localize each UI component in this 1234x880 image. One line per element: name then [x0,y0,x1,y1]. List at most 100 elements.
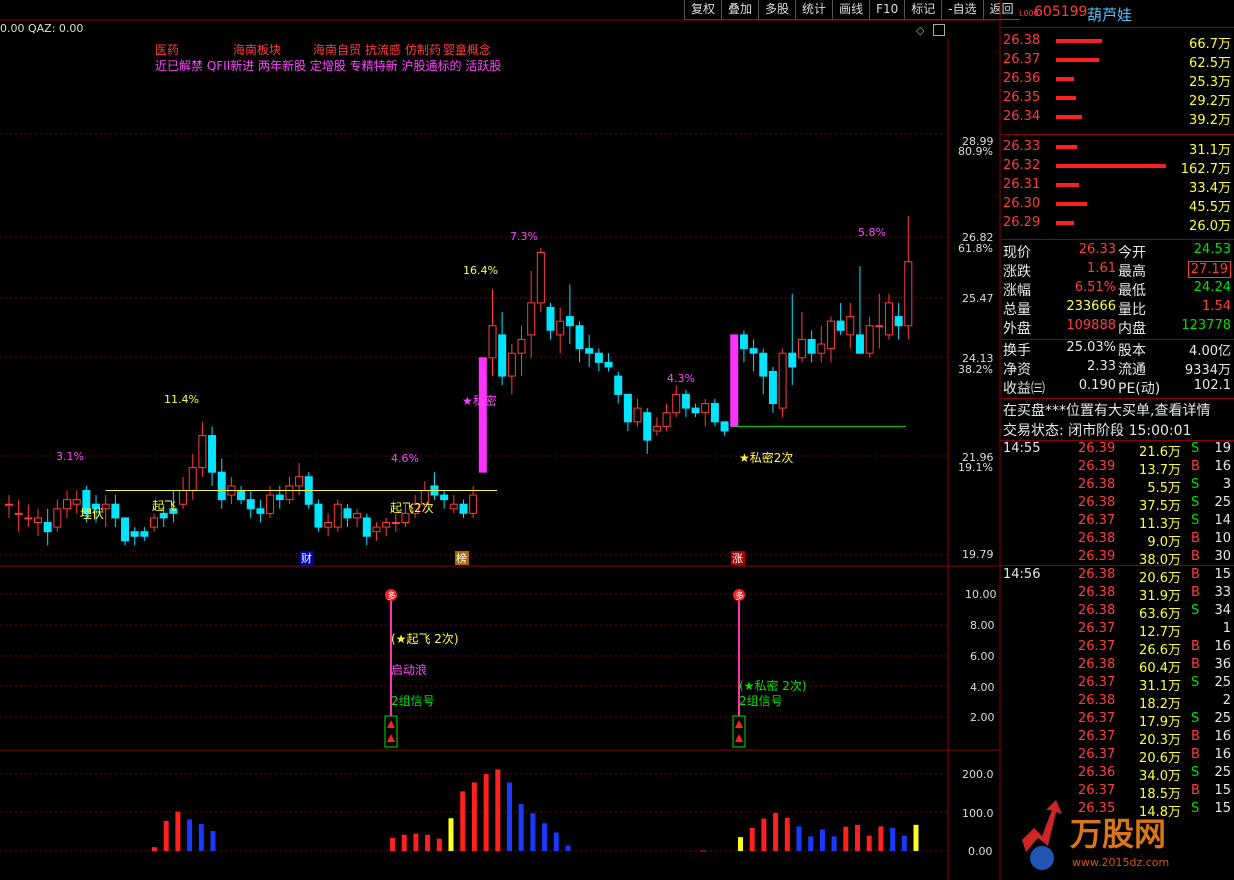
event-marker-label: 榜 [456,551,467,565]
volume-bar [495,769,501,851]
candle [449,503,458,510]
tick-price: 26.38 [1078,531,1116,546]
tick-count: 25 [1214,711,1231,726]
candle [275,494,284,501]
watermark-text: 万股网 [1070,815,1166,853]
tick-direction: S [1191,675,1200,690]
volume-bar [901,835,907,851]
tick-volume: 9.0万 [1147,535,1181,550]
candle [5,503,13,506]
order-price: 26.29 [1003,215,1041,230]
candle [720,421,729,432]
order-volume-bar [1056,164,1166,168]
trade-status: 交易状态: 闭市阶段 15:00:01 [1003,423,1192,439]
stat-label: 流通 [1118,362,1146,378]
candle [382,522,391,528]
tick-direction: B [1191,585,1200,600]
stat-label: 换手 [1003,343,1031,359]
candle [749,348,758,354]
candle [246,499,255,510]
order-book-row[interactable]: 26.37 62.5万 [1001,52,1234,71]
kline-chart: 多多 28.99 80.9% 26.82 61.8% 25.47 24.13 3… [0,0,1001,880]
stock-name: 葫芦娃 [1087,6,1133,24]
tick-direction: B [1191,783,1200,798]
volume-bar [530,813,536,851]
candle [817,343,826,354]
volume-bar [390,837,395,851]
tick-row: 26.38 18.2万 2 [1001,693,1234,712]
order-book-row[interactable]: 26.31 33.4万 [1001,177,1234,196]
tick-row: 26.38 37.5万 S 25 [1001,495,1234,514]
candle [440,494,449,501]
stat-value: 102.1 [1193,378,1231,393]
tick-count: 16 [1214,747,1231,762]
candle [362,517,371,537]
tick-price: 26.37 [1078,621,1116,636]
order-book-row[interactable]: 26.38 66.7万 [1001,33,1234,52]
stat-label: 涨跌 [1003,264,1031,280]
candle [527,302,536,336]
candle [295,476,304,487]
candle [633,407,642,423]
tick-direction: B [1191,747,1200,762]
volume-bar [553,832,559,851]
order-book-row[interactable]: 26.30 45.5万 [1001,196,1234,215]
tick-volume: 20.3万 [1139,733,1181,748]
signal-label: ★私密2次 [739,450,793,465]
signal-text: 启动浪 [391,662,427,677]
tick-direction: S [1191,477,1200,492]
order-book-row[interactable]: 26.29 26.0万 [1001,215,1234,234]
tick-row: 26.37 26.6万 B 16 [1001,639,1234,658]
tick-row: 26.38 5.5万 S 3 [1001,477,1234,496]
order-book-row[interactable]: 26.32 162.7万 [1001,158,1234,177]
divider [1001,134,1234,135]
candle [256,508,265,514]
order-volume: 66.7万 [1189,37,1231,52]
volume-bar [413,833,419,851]
volume-bar [518,804,524,851]
order-book-row[interactable]: 26.33 31.1万 [1001,139,1234,158]
candle [488,325,497,359]
tick-volume: 31.9万 [1139,589,1181,604]
tick-volume: 18.2万 [1139,697,1181,712]
candle [179,489,188,505]
order-price: 26.35 [1003,90,1041,105]
signal-text: (★私密 2次) [739,678,807,693]
divider [1001,565,1234,566]
candle [855,334,864,354]
order-price: 26.30 [1003,196,1041,211]
tick-price: 26.37 [1078,747,1116,762]
signal-label: 起飞 [152,499,176,513]
stat-label: 净资 [1003,362,1031,378]
tick-count: 10 [1214,531,1231,546]
stat-value: 25.03% [1066,340,1116,355]
volume-bar [866,835,872,851]
candle [865,325,874,354]
ind2-axis-label: 6.00 [970,650,995,663]
candle [836,320,845,331]
divider [1001,239,1234,240]
order-volume-bar [1056,58,1099,62]
candle [904,261,913,327]
stat-label: 股本 [1118,343,1146,359]
tick-count: 2 [1222,693,1231,708]
volume-bar [890,827,896,851]
volume-bar [565,845,571,851]
tick-row: 26.39 21.6万 S 19 [1001,441,1234,460]
volume-bar [831,836,837,851]
order-book-row[interactable]: 26.34 39.2万 [1001,109,1234,128]
candle [894,316,903,327]
tick-direction: B [1191,531,1200,546]
candle [63,499,72,510]
stat-value: 6.51% [1074,280,1116,295]
order-book-row[interactable]: 26.35 29.2万 [1001,90,1234,109]
volume-bar [542,823,548,851]
candle [266,494,275,514]
stat-value: 0.190 [1078,378,1116,393]
order-book-row[interactable]: 26.36 25.3万 [1001,71,1234,90]
tick-direction: S [1191,441,1200,456]
volume-bar [784,817,790,851]
volume-bar [738,837,743,851]
big-order-notice[interactable]: 在买盘***位置有大买单,查看详情 [1003,400,1210,420]
stat-value: 24.53 [1193,242,1231,257]
